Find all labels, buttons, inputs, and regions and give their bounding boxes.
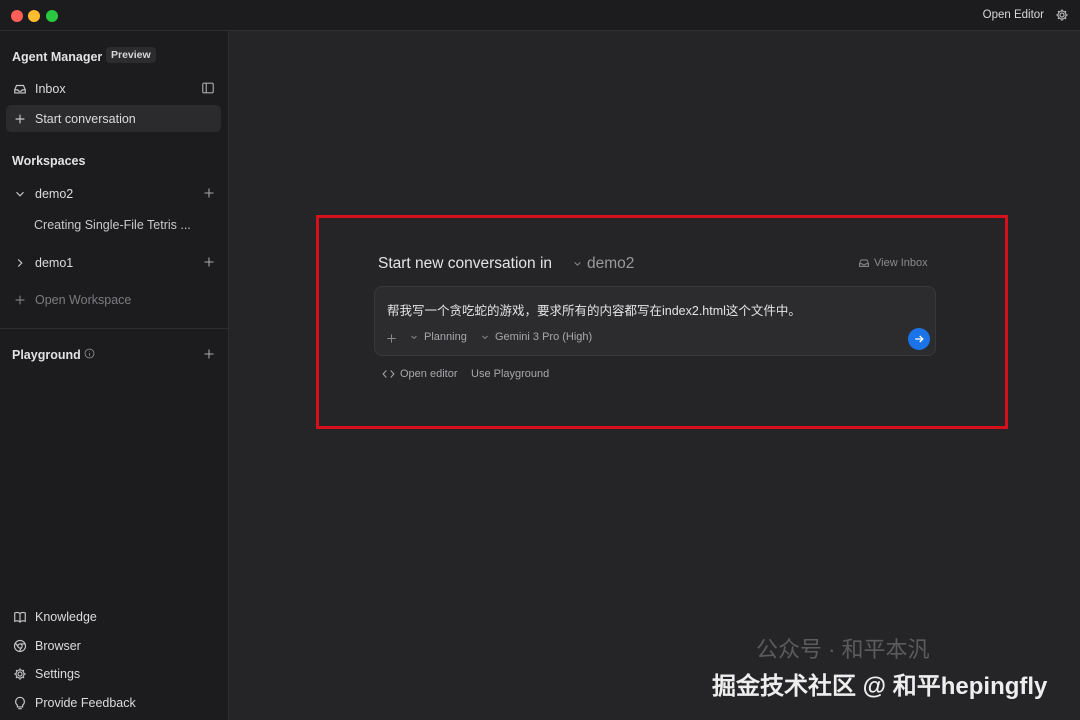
- open-editor-button[interactable]: Open Editor: [983, 9, 1044, 21]
- sidebar-item-start-conversation[interactable]: Start conversation: [6, 105, 221, 132]
- workspace-item-demo2[interactable]: demo2: [6, 180, 221, 207]
- sidebar-item-label: Inbox: [35, 81, 66, 96]
- use-playground-link[interactable]: Use Playground: [471, 368, 549, 380]
- minimize-window-button[interactable]: [28, 10, 40, 22]
- watermark-faint: 公众号 · 和平本汎: [756, 637, 930, 662]
- browser-icon: [13, 639, 27, 652]
- chevron-down-icon[interactable]: [573, 259, 582, 268]
- inbox-icon: [859, 259, 869, 267]
- chevron-down-icon: [16, 191, 24, 197]
- sidebar-divider: [0, 328, 229, 329]
- workspace-name: demo2: [35, 186, 74, 201]
- open-workspace-label: Open Workspace: [35, 292, 132, 307]
- open-editor-label: Open editor: [400, 368, 458, 380]
- mode-label: Planning: [424, 331, 467, 343]
- sidebar-toggle-icon[interactable]: [201, 81, 215, 95]
- arrow-right-icon: [915, 335, 924, 343]
- add-conversation-icon[interactable]: [203, 187, 215, 199]
- plus-icon: [15, 114, 25, 123]
- add-conversation-icon[interactable]: [203, 256, 215, 268]
- chevron-down-icon: [482, 335, 488, 340]
- sidebar-item-knowledge[interactable]: Knowledge: [6, 603, 221, 630]
- chevron-right-icon: [17, 258, 23, 267]
- title-bar: Open Editor: [0, 0, 1080, 31]
- sidebar-item-label: Browser: [35, 638, 81, 653]
- info-icon[interactable]: [84, 348, 95, 359]
- model-dropdown[interactable]: Gemini 3 Pro (High): [481, 331, 592, 343]
- watermark: 掘金技术社区 @ 和平hepingfly: [712, 673, 1048, 700]
- add-context-icon[interactable]: [386, 333, 397, 344]
- sidebar-item-feedback[interactable]: Provide Feedback: [6, 689, 221, 716]
- sidebar-item-label: Settings: [35, 666, 81, 681]
- app-window: Open Editor Agent Manager Preview Inbox …: [0, 0, 1080, 720]
- lightbulb-icon: [15, 696, 25, 709]
- mode-dropdown[interactable]: Planning: [410, 331, 467, 343]
- book-icon: [14, 611, 26, 623]
- inbox-icon: [14, 84, 26, 94]
- sidebar-item-settings[interactable]: Settings: [6, 660, 221, 687]
- send-button[interactable]: [908, 328, 930, 350]
- model-label: Gemini 3 Pro (High): [495, 331, 593, 343]
- add-playground-icon[interactable]: [203, 348, 215, 360]
- workspace-selector[interactable]: demo2: [587, 255, 634, 273]
- conversation-title: Creating Single-File Tetris ...: [34, 217, 191, 232]
- sidebar-item-inbox[interactable]: Inbox: [6, 75, 221, 102]
- close-window-button[interactable]: [11, 10, 23, 22]
- gear-icon[interactable]: [1055, 8, 1069, 22]
- plus-icon: [15, 295, 25, 304]
- conversation-heading: Start new conversation in: [378, 255, 553, 272]
- conversation-item[interactable]: Creating Single-File Tetris ...: [6, 211, 221, 238]
- agent-manager-title: Agent Manager: [12, 50, 103, 64]
- prompt-input-box[interactable]: 帮我写一个贪吃蛇的游戏，要求所有的内容都写在index2.html这个文件中。 …: [374, 286, 936, 356]
- sidebar-item-browser[interactable]: Browser: [6, 632, 221, 659]
- sidebar: Agent Manager Preview Inbox Start conver…: [0, 31, 229, 720]
- sidebar-item-label: Start conversation: [35, 111, 136, 126]
- playground-heading: Playground: [12, 348, 81, 362]
- workspace-name: demo1: [35, 255, 74, 270]
- workspace-item-demo1[interactable]: demo1: [6, 249, 221, 276]
- chevron-down-icon: [411, 335, 417, 340]
- sidebar-item-label: Knowledge: [35, 609, 97, 624]
- prompt-input[interactable]: 帮我写一个贪吃蛇的游戏，要求所有的内容都写在index2.html这个文件中。: [387, 300, 801, 319]
- preview-badge: Preview: [106, 47, 156, 63]
- open-editor-link[interactable]: Open editor: [382, 368, 457, 380]
- maximize-window-button[interactable]: [46, 10, 58, 22]
- open-workspace-button[interactable]: Open Workspace: [6, 286, 221, 313]
- view-inbox-label: View Inbox: [874, 257, 928, 269]
- workspaces-heading: Workspaces: [12, 154, 86, 168]
- sidebar-item-label: Provide Feedback: [35, 695, 136, 710]
- code-icon: [382, 370, 395, 378]
- gear-icon: [14, 667, 26, 680]
- view-inbox-link[interactable]: View Inbox: [858, 257, 928, 269]
